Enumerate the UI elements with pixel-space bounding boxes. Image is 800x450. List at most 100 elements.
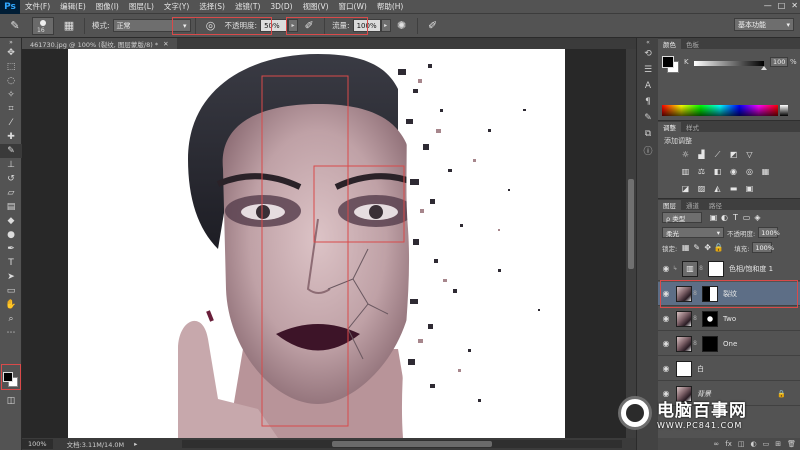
dodge-tool-icon[interactable]: ● <box>0 228 22 242</box>
photo-filter-icon[interactable]: ◉ <box>728 167 739 176</box>
hand-tool-icon[interactable]: ✋ <box>0 298 22 312</box>
visibility-eye-icon[interactable]: ◉ <box>660 364 672 373</box>
menu-view[interactable]: 视图(V) <box>298 1 334 12</box>
layer-mask-thumbnail[interactable] <box>702 335 718 352</box>
foreground-color-swatch[interactable] <box>3 372 13 382</box>
menu-window[interactable]: 窗口(W) <box>334 1 372 12</box>
color-spectrum[interactable] <box>662 105 778 116</box>
brush-panel-icon[interactable]: ✎ <box>637 110 659 126</box>
tablet-pressure-size-icon[interactable]: ✐ <box>422 18 444 34</box>
curves-icon[interactable]: ⟋ <box>712 150 723 159</box>
menu-layer[interactable]: 图层(L) <box>124 1 159 12</box>
zoom-tool-icon[interactable]: ⌕ <box>0 312 22 326</box>
eyedropper-tool-icon[interactable]: ⁄ <box>0 116 22 130</box>
maximize-button[interactable]: □ <box>778 1 786 10</box>
delete-layer-icon[interactable]: 🗑 <box>787 440 796 448</box>
menu-help[interactable]: 帮助(H) <box>372 1 409 12</box>
new-group-icon[interactable]: ▭ <box>763 440 770 448</box>
visibility-eye-icon[interactable]: ◉ <box>660 314 672 323</box>
k-channel-slider[interactable] <box>694 61 764 66</box>
tab-styles[interactable]: 样式 <box>681 122 704 132</box>
marquee-tool-icon[interactable]: ⬚ <box>0 60 22 74</box>
type-tool-icon[interactable]: T <box>0 256 22 270</box>
clone-stamp-tool-icon[interactable]: ⊥ <box>0 158 22 172</box>
new-layer-icon[interactable]: ⊞ <box>775 440 781 448</box>
menu-file[interactable]: 文件(F) <box>20 1 55 12</box>
link-layers-icon[interactable]: ∞ <box>713 440 719 448</box>
menu-3d[interactable]: 3D(D) <box>265 2 297 11</box>
airbrush-icon[interactable]: ✺ <box>391 18 413 34</box>
brightness-icon[interactable]: ☼ <box>680 150 691 159</box>
posterize-icon[interactable]: ▨ <box>696 184 707 193</box>
layer-opacity-input[interactable]: 100% <box>758 227 780 238</box>
brush-panel-toggle-icon[interactable]: ▦ <box>58 18 80 34</box>
path-select-tool-icon[interactable]: ➤ <box>0 270 22 284</box>
workspace-select[interactable]: 基本功能 ▾ <box>734 18 794 31</box>
horizontal-scrollbar-thumb[interactable] <box>332 441 492 447</box>
menu-select[interactable]: 选择(S) <box>194 1 230 12</box>
layer-name[interactable]: 白 <box>697 364 704 374</box>
layer-filter-select[interactable]: ρ 类型 <box>662 212 702 223</box>
layer-row-hue-saturation[interactable]: ◉ ↳ ▥ 8 色相/饱和度 1 <box>658 257 800 281</box>
add-mask-icon[interactable]: ◫ <box>738 440 745 448</box>
tab-swatches[interactable]: 色板 <box>681 39 704 49</box>
minimize-button[interactable]: — <box>764 1 772 10</box>
menu-image[interactable]: 图像(I) <box>91 1 124 12</box>
character-panel-icon[interactable]: A <box>637 78 659 94</box>
status-menu-arrow-icon[interactable]: ▸ <box>134 440 137 448</box>
exposure-icon[interactable]: ◩ <box>728 150 739 159</box>
layer-mask-thumbnail[interactable] <box>702 310 718 327</box>
more-tools-icon[interactable]: ⋯ <box>0 326 22 340</box>
visibility-eye-icon[interactable]: ◉ <box>660 264 672 273</box>
filter-type-icon[interactable]: T <box>730 213 741 222</box>
shape-tool-icon[interactable]: ▭ <box>0 284 22 298</box>
clone-source-panel-icon[interactable]: ⧉ <box>637 126 659 142</box>
document-tab[interactable]: 461730.jpg @ 100% (裂纹, 图层蒙版/8) * ✕ <box>22 38 177 49</box>
eraser-tool-icon[interactable]: ▱ <box>0 186 22 200</box>
black-white-icon[interactable]: ◧ <box>712 167 723 176</box>
levels-icon[interactable]: ▟ <box>696 150 707 159</box>
color-balance-icon[interactable]: ⚖ <box>696 167 707 176</box>
healing-brush-tool-icon[interactable]: ✚ <box>0 130 22 144</box>
crop-tool-icon[interactable]: ⌗ <box>0 102 22 116</box>
filter-pixel-icon[interactable]: ▣ <box>708 213 719 222</box>
threshold-icon[interactable]: ◭ <box>712 184 723 193</box>
pen-tool-icon[interactable]: ✒ <box>0 242 22 256</box>
tab-channels[interactable]: 通道 <box>681 200 704 210</box>
vertical-scrollbar-thumb[interactable] <box>628 179 634 269</box>
canvas-area[interactable] <box>22 49 626 438</box>
paragraph-panel-icon[interactable]: ¶ <box>637 94 659 110</box>
layer-row-two[interactable]: ◉ 8 Two <box>658 307 800 331</box>
zoom-level-field[interactable]: 100% <box>22 439 53 449</box>
layer-style-icon[interactable]: fx <box>725 440 732 448</box>
color-lookup-icon[interactable]: ▦ <box>760 167 771 176</box>
vibrance-icon[interactable]: ▽ <box>744 150 755 159</box>
filter-adjust-icon[interactable]: ◐ <box>719 213 730 222</box>
menu-filter[interactable]: 滤镜(T) <box>230 1 265 12</box>
quick-mask-icon[interactable]: ◫ <box>0 394 22 408</box>
history-panel-icon[interactable]: ⟲ <box>637 46 659 62</box>
move-tool-icon[interactable]: ✥ <box>0 46 22 60</box>
menu-edit[interactable]: 编辑(E) <box>55 1 91 12</box>
gradient-map-icon[interactable]: ▬ <box>728 184 739 193</box>
layer-row-white[interactable]: ◉ 白 <box>658 357 800 381</box>
color-spectrum-bw[interactable] <box>780 105 788 116</box>
close-tab-icon[interactable]: ✕ <box>163 40 168 48</box>
k-slider-handle[interactable] <box>761 66 767 70</box>
layer-name[interactable]: Two <box>723 315 736 323</box>
lock-transparency-icon[interactable]: ▦ <box>680 243 691 252</box>
selective-color-icon[interactable]: ▣ <box>744 184 755 193</box>
k-channel-input[interactable]: 100 <box>770 57 788 67</box>
tab-layers[interactable]: 图层 <box>658 200 681 210</box>
tab-color[interactable]: 颜色 <box>658 39 681 49</box>
brush-preset-picker[interactable]: 16 <box>32 16 54 35</box>
horizontal-scrollbar[interactable] <box>182 440 622 448</box>
tab-paths[interactable]: 路径 <box>704 200 727 210</box>
properties-panel-icon[interactable]: ☰ <box>637 62 659 78</box>
menu-type[interactable]: 文字(Y) <box>159 1 194 12</box>
visibility-eye-icon[interactable]: ◉ <box>660 339 672 348</box>
flow-slider-toggle-icon[interactable]: ▸ <box>380 19 391 32</box>
filter-shape-icon[interactable]: ▭ <box>741 213 752 222</box>
gradient-tool-icon[interactable]: ▤ <box>0 200 22 214</box>
info-panel-icon[interactable]: ⓘ <box>637 142 659 158</box>
